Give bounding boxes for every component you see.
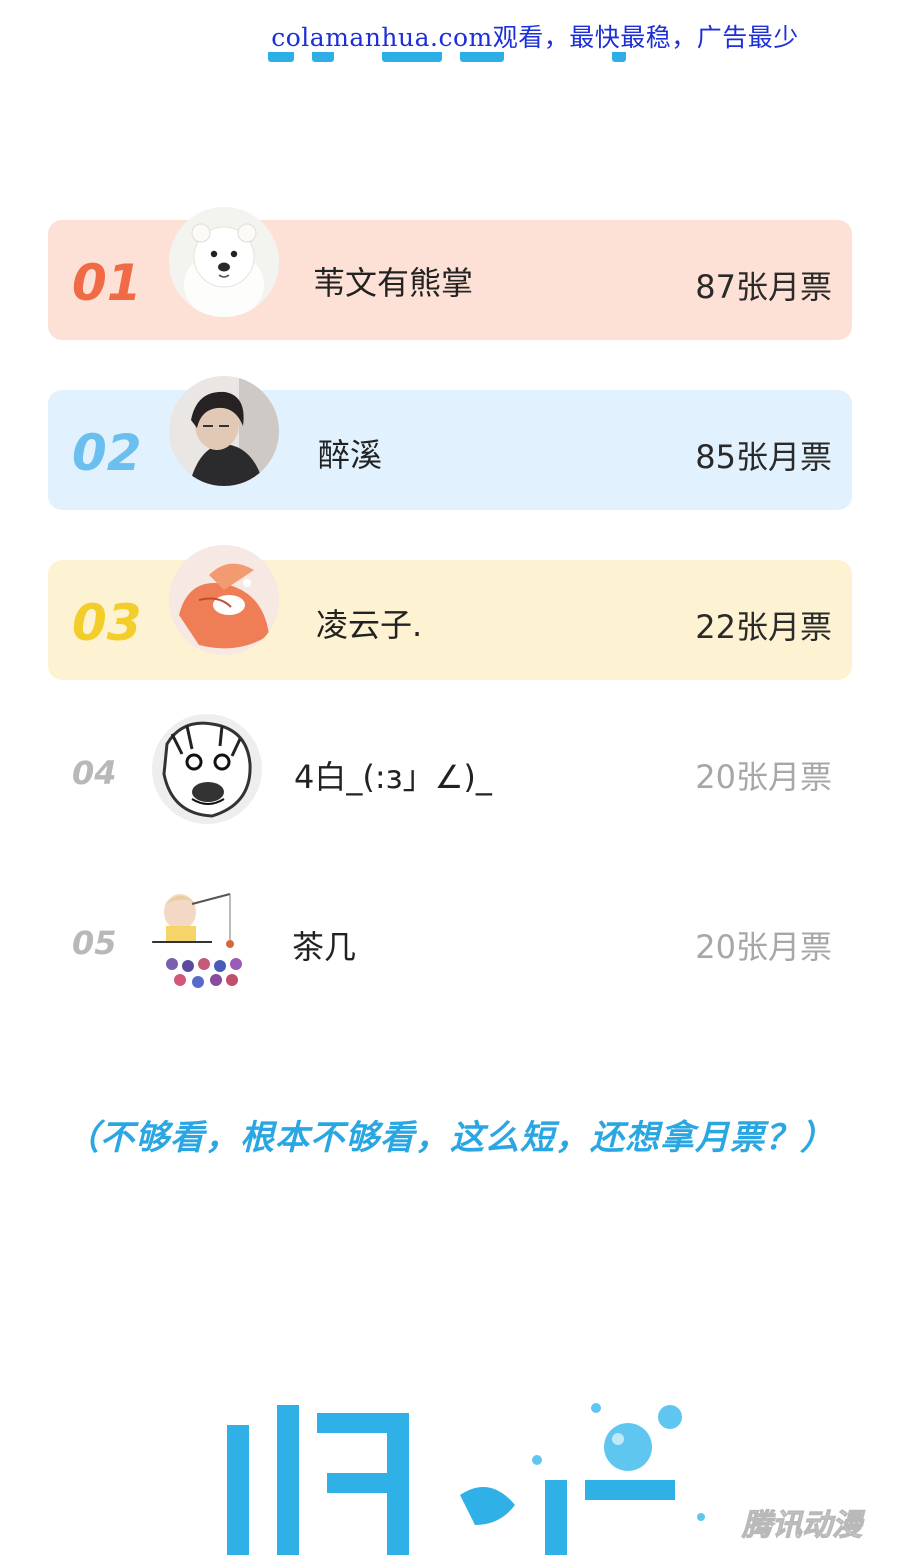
vote-count-2: 85张月票 xyxy=(695,438,832,476)
clipped-title-graphic xyxy=(262,52,642,74)
fox-girl-avatar[interactable] xyxy=(169,545,279,655)
rank-number-2: 02 xyxy=(72,424,142,482)
vote-count-5: 20张月票 xyxy=(695,928,832,966)
rank-number-4: 04 xyxy=(72,754,117,792)
rank-number-3: 03 xyxy=(72,594,142,652)
user-name-3: 凌云子. xyxy=(316,606,423,644)
watermark-text: colamanhua.com观看，最快最稳，广告最少 xyxy=(271,23,799,52)
vote-count-1: 87张月票 xyxy=(695,268,832,306)
brand-watermark: 腾讯动漫 xyxy=(742,1508,863,1544)
vote-count-4: 20张月票 xyxy=(695,758,832,796)
manga-face-avatar[interactable] xyxy=(152,714,262,824)
dark-hair-person-avatar[interactable] xyxy=(169,376,279,486)
series-logo-graphic xyxy=(215,1395,715,1555)
rank-number-5: 05 xyxy=(72,924,117,962)
rank-number-1: 01 xyxy=(72,254,142,312)
white-bear-avatar[interactable] xyxy=(169,207,279,317)
user-name-2: 醉溪 xyxy=(318,436,383,474)
caption-text: （不够看，根本不够看，这么短，还想拿月票？） xyxy=(65,1118,835,1158)
vote-count-3: 22张月票 xyxy=(695,608,832,646)
user-name-4: 4白_(:з」∠)_ xyxy=(294,758,492,796)
chibi-fishing-avatar[interactable] xyxy=(152,884,262,994)
user-name-1: 苇文有熊掌 xyxy=(313,264,474,302)
user-name-5: 茶几 xyxy=(292,928,357,966)
